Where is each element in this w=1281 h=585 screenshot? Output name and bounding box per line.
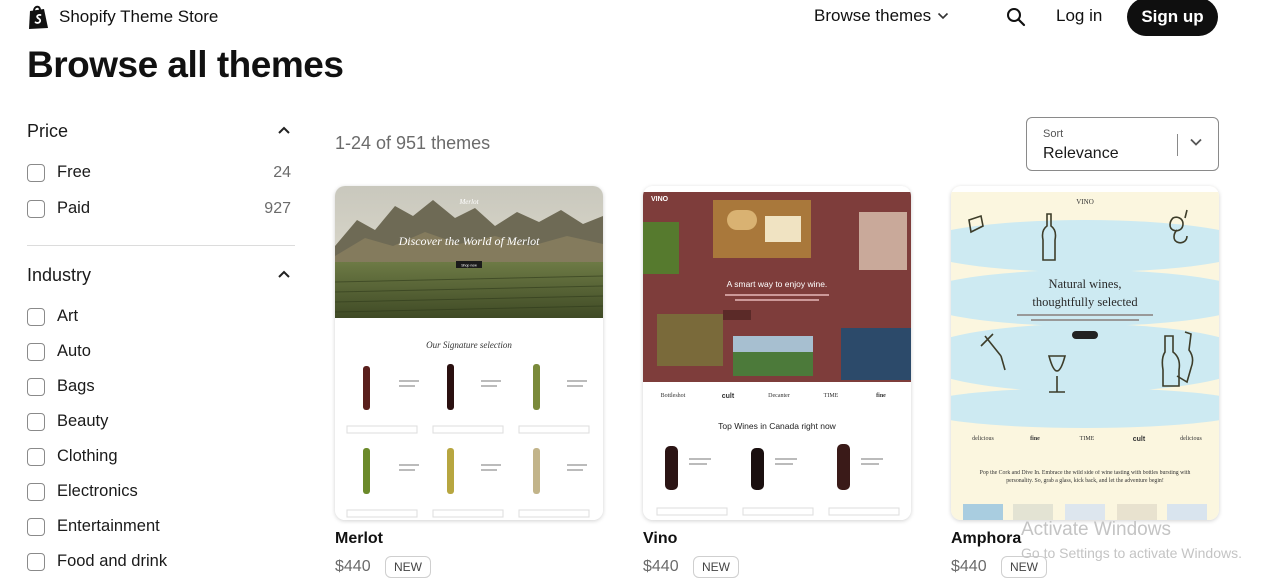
filter-option-label: Paid bbox=[57, 199, 91, 217]
vino-press-logo: Bottleshot bbox=[661, 393, 686, 399]
checkbox-icon[interactable] bbox=[27, 307, 45, 326]
amphora-hero-line2: thoughtfully selected bbox=[1032, 295, 1138, 309]
browse-themes-menu[interactable]: Browse themes bbox=[814, 6, 949, 26]
vino-press-logo: Decanter bbox=[768, 393, 790, 399]
filter-option-entertainment[interactable]: Entertainment bbox=[27, 517, 291, 536]
industry-filter-toggle[interactable] bbox=[277, 266, 291, 284]
industry-filter-title: Industry bbox=[27, 265, 92, 285]
filter-option-auto[interactable]: Auto bbox=[27, 342, 291, 361]
filter-option-beauty[interactable]: Beauty bbox=[27, 412, 291, 431]
filter-option-label: Food and drink bbox=[57, 552, 168, 570]
merlot-section-title: Our Signature selection bbox=[426, 340, 512, 350]
results-count: 1-24 of 951 themes bbox=[335, 133, 491, 153]
checkbox-icon[interactable] bbox=[27, 482, 45, 501]
checkbox-icon[interactable] bbox=[27, 552, 45, 571]
filter-option-paid[interactable]: Paid 927 bbox=[27, 199, 291, 218]
theme-preview-vino[interactable]: VINO A smart way to enjoy wine. Bottlesh… bbox=[643, 186, 911, 520]
filter-option-label: Art bbox=[57, 307, 79, 325]
theme-name-link[interactable]: Vino bbox=[643, 530, 677, 548]
search-button[interactable] bbox=[1006, 7, 1026, 32]
merlot-hero-button: Shop now bbox=[461, 264, 477, 268]
amphora-preview-image: VINO Natural wines, thoughtfully selecte… bbox=[951, 186, 1219, 520]
filter-option-label: Electronics bbox=[57, 482, 138, 500]
sort-value: Relevance bbox=[1043, 145, 1119, 162]
checkbox-icon[interactable] bbox=[27, 412, 45, 431]
shopify-bag-icon bbox=[29, 5, 48, 29]
filter-option-label: Beauty bbox=[57, 412, 109, 430]
filter-option-food-and-drink[interactable]: Food and drink bbox=[27, 552, 291, 571]
vino-logo: VINO bbox=[651, 196, 669, 203]
activate-windows-title: Activate Windows bbox=[1021, 519, 1171, 540]
theme-preview-merlot[interactable]: Merlot Discover the World of Merlot Shop… bbox=[335, 186, 603, 520]
activate-windows-subtitle: Go to Settings to activate Windows. bbox=[1021, 545, 1242, 561]
browse-themes-label: Browse themes bbox=[814, 6, 932, 25]
chevron-down-icon bbox=[1190, 138, 1202, 146]
merlot-brand: Merlot bbox=[458, 198, 479, 206]
merlot-preview-image: Merlot Discover the World of Merlot Shop… bbox=[335, 186, 603, 520]
theme-name-link[interactable]: Amphora bbox=[951, 530, 1021, 548]
checkbox-icon[interactable] bbox=[27, 377, 45, 396]
amphora-body-text: Pop the Cork and Dive In. Embrace the wi… bbox=[979, 470, 1191, 484]
sort-caption: Sort bbox=[1043, 128, 1064, 140]
chevron-down-icon bbox=[938, 12, 949, 20]
amphora-press-logo: TIME bbox=[1080, 436, 1095, 442]
merlot-hero-text: Discover the World of Merlot bbox=[398, 234, 541, 248]
theme-preview-amphora[interactable]: VINO Natural wines, thoughtfully selecte… bbox=[951, 186, 1219, 520]
vino-preview-image: VINO A smart way to enjoy wine. Bottlesh… bbox=[643, 186, 911, 520]
filter-divider bbox=[27, 245, 295, 246]
filter-option-electronics[interactable]: Electronics bbox=[27, 482, 291, 501]
price-filter-title: Price bbox=[27, 121, 69, 141]
amphora-press-logo: delicious bbox=[1180, 436, 1202, 442]
signup-button[interactable]: Sign up bbox=[1127, 0, 1218, 36]
checkbox-icon[interactable] bbox=[27, 199, 45, 218]
checkbox-icon[interactable] bbox=[27, 447, 45, 466]
amphora-logo: VINO bbox=[1076, 198, 1094, 206]
vino-press-logo: cult bbox=[722, 393, 735, 400]
vino-press-logo: fine bbox=[876, 393, 886, 399]
vino-press-logo: TIME bbox=[824, 393, 839, 399]
new-badge: NEW bbox=[385, 556, 431, 578]
amphora-press-logo: cult bbox=[1133, 436, 1146, 443]
filter-option-free[interactable]: Free 24 bbox=[27, 163, 291, 182]
checkbox-icon[interactable] bbox=[27, 163, 45, 182]
filter-option-label: Auto bbox=[57, 342, 91, 360]
chevron-up-icon bbox=[278, 270, 290, 278]
new-badge: NEW bbox=[693, 556, 739, 578]
amphora-press-logo: fine bbox=[1030, 436, 1040, 442]
filter-option-bags[interactable]: Bags bbox=[27, 377, 291, 396]
page-title: Browse all themes bbox=[27, 44, 344, 85]
sort-select[interactable]: Sort Relevance bbox=[1026, 117, 1219, 171]
price-filter-toggle[interactable] bbox=[277, 122, 291, 140]
search-icon bbox=[1007, 8, 1026, 27]
filter-option-label: Entertainment bbox=[57, 517, 160, 535]
brand-logo-link[interactable]: Shopify Theme Store bbox=[27, 4, 218, 30]
amphora-hero-line1: Natural wines, bbox=[1049, 277, 1122, 291]
brand-name: Shopify Theme Store bbox=[59, 7, 219, 26]
filter-option-label: Bags bbox=[57, 377, 95, 395]
checkbox-icon[interactable] bbox=[27, 342, 45, 361]
theme-name-link[interactable]: Merlot bbox=[335, 530, 383, 548]
checkbox-icon[interactable] bbox=[27, 517, 45, 536]
theme-price: $440 bbox=[951, 558, 987, 575]
filter-option-label: Clothing bbox=[57, 447, 118, 465]
theme-price: $440 bbox=[643, 558, 679, 575]
login-link[interactable]: Log in bbox=[1056, 6, 1102, 26]
vino-section-title: Top Wines in Canada right now bbox=[718, 421, 837, 431]
chevron-up-icon bbox=[278, 126, 290, 134]
filter-option-clothing[interactable]: Clothing bbox=[27, 447, 291, 466]
filter-option-art[interactable]: Art bbox=[27, 307, 291, 326]
filter-option-count: 24 bbox=[273, 163, 291, 181]
sort-separator bbox=[1177, 134, 1178, 156]
filter-option-count: 927 bbox=[264, 199, 291, 217]
filter-option-label: Free bbox=[57, 163, 91, 181]
amphora-press-logo: delicious bbox=[972, 436, 994, 442]
theme-price: $440 bbox=[335, 558, 371, 575]
vino-hero-text: A smart way to enjoy wine. bbox=[727, 279, 828, 289]
